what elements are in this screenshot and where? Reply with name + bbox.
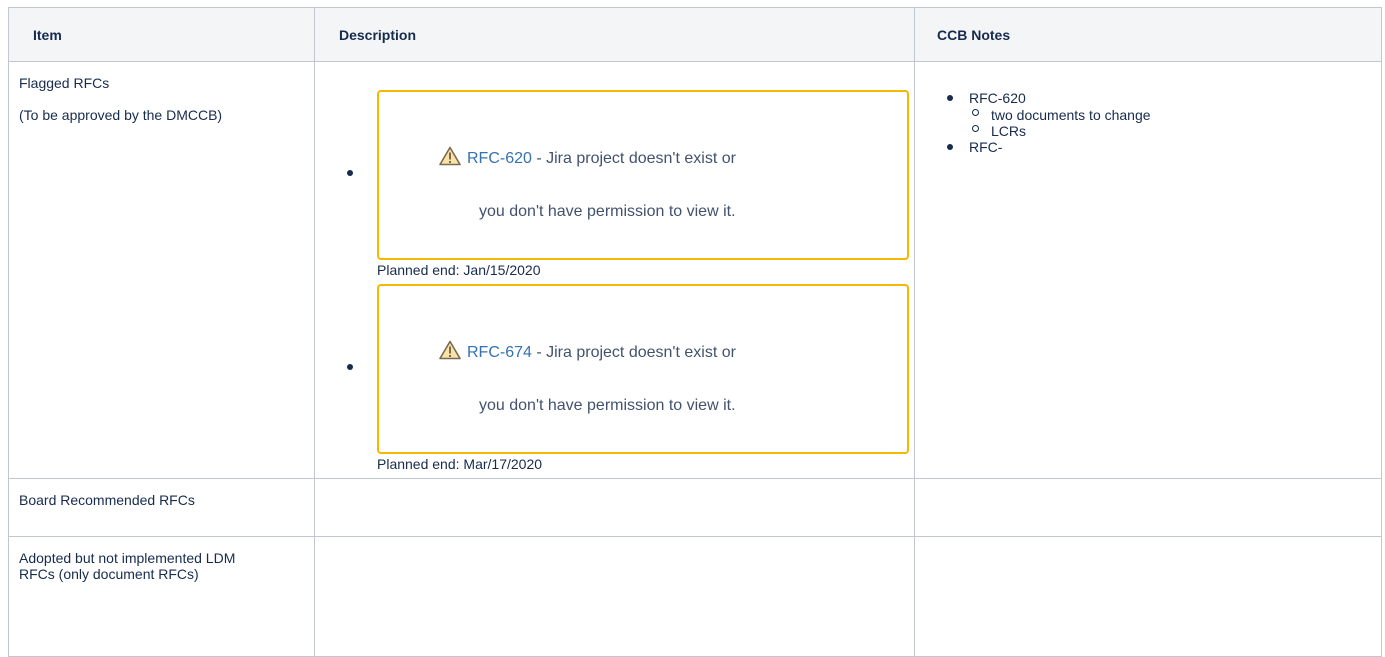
item-title: Board Recommended RFCs	[19, 492, 195, 508]
list-item: RFC-620 two documents to change LCRs	[937, 90, 1371, 139]
list-item: RFC-	[937, 139, 1371, 156]
issue-message: - Jira project doesn't exist or	[531, 344, 736, 361]
planned-end: Planned end: Jan/15/2020	[377, 262, 541, 278]
item-title: Adopted but not implemented LDM RFCs (on…	[19, 550, 236, 582]
item-cell: Board Recommended RFCs	[8, 478, 315, 537]
issue-link-rfc-620[interactable]: RFC-620	[467, 150, 532, 167]
ccb-table: Item Description CCB Notes Flagged RFCs …	[8, 7, 1382, 657]
list-item: LCRs	[969, 123, 1371, 139]
list-item: RFC-620 - Jira project doesn't exist or …	[339, 90, 909, 280]
ccb-notes-cell	[914, 478, 1382, 537]
ccb-notes-cell: RFC-620 two documents to change LCRs RFC…	[914, 61, 1382, 479]
list-item: RFC-674 - Jira project doesn't exist or …	[339, 284, 909, 474]
column-header-item: Item	[8, 7, 315, 62]
item-subtitle: (To be approved by the DMCCB)	[19, 107, 223, 123]
sub-list: two documents to change LCRs	[969, 107, 1371, 139]
description-cell	[314, 478, 915, 537]
ccb-notes-cell	[914, 536, 1382, 657]
issue-message-continued: you don't have permission to view it.	[479, 203, 736, 220]
table-row: Flagged RFCs (To be approved by the DMCC…	[8, 61, 1382, 479]
table-row: Board Recommended RFCs	[8, 478, 1382, 537]
warning-triangle-icon	[439, 146, 461, 166]
issue-link-rfc-674[interactable]: RFC-674	[467, 344, 532, 361]
bullet-icon	[347, 170, 353, 176]
note-text: RFC-	[969, 139, 1003, 155]
item-cell: Flagged RFCs (To be approved by the DMCC…	[8, 61, 315, 479]
description-cell: RFC-620 - Jira project doesn't exist or …	[314, 61, 915, 479]
list-item: two documents to change	[969, 107, 1371, 123]
item-title: Flagged RFCs	[19, 75, 110, 91]
jira-issue-macro: RFC-620 - Jira project doesn't exist or …	[377, 90, 909, 260]
planned-end: Planned end: Mar/17/2020	[377, 456, 543, 472]
description-cell	[314, 536, 915, 657]
column-header-description: Description	[314, 7, 915, 62]
issue-message: - Jira project doesn't exist or	[531, 150, 736, 167]
jira-issue-macro: RFC-674 - Jira project doesn't exist or …	[377, 284, 909, 454]
rfc-list: RFC-620 - Jira project doesn't exist or …	[339, 90, 909, 474]
note-text: RFC-620	[969, 90, 1026, 106]
bullet-icon	[347, 364, 353, 370]
table-header-row: Item Description CCB Notes	[8, 7, 1382, 62]
warning-triangle-icon	[439, 340, 461, 360]
notes-list: RFC-620 two documents to change LCRs RFC…	[937, 90, 1371, 156]
item-cell: Adopted but not implemented LDM RFCs (on…	[8, 536, 315, 657]
column-header-ccb-notes: CCB Notes	[914, 7, 1382, 62]
table-row: Adopted but not implemented LDM RFCs (on…	[8, 536, 1382, 657]
issue-message-continued: you don't have permission to view it.	[479, 397, 736, 414]
